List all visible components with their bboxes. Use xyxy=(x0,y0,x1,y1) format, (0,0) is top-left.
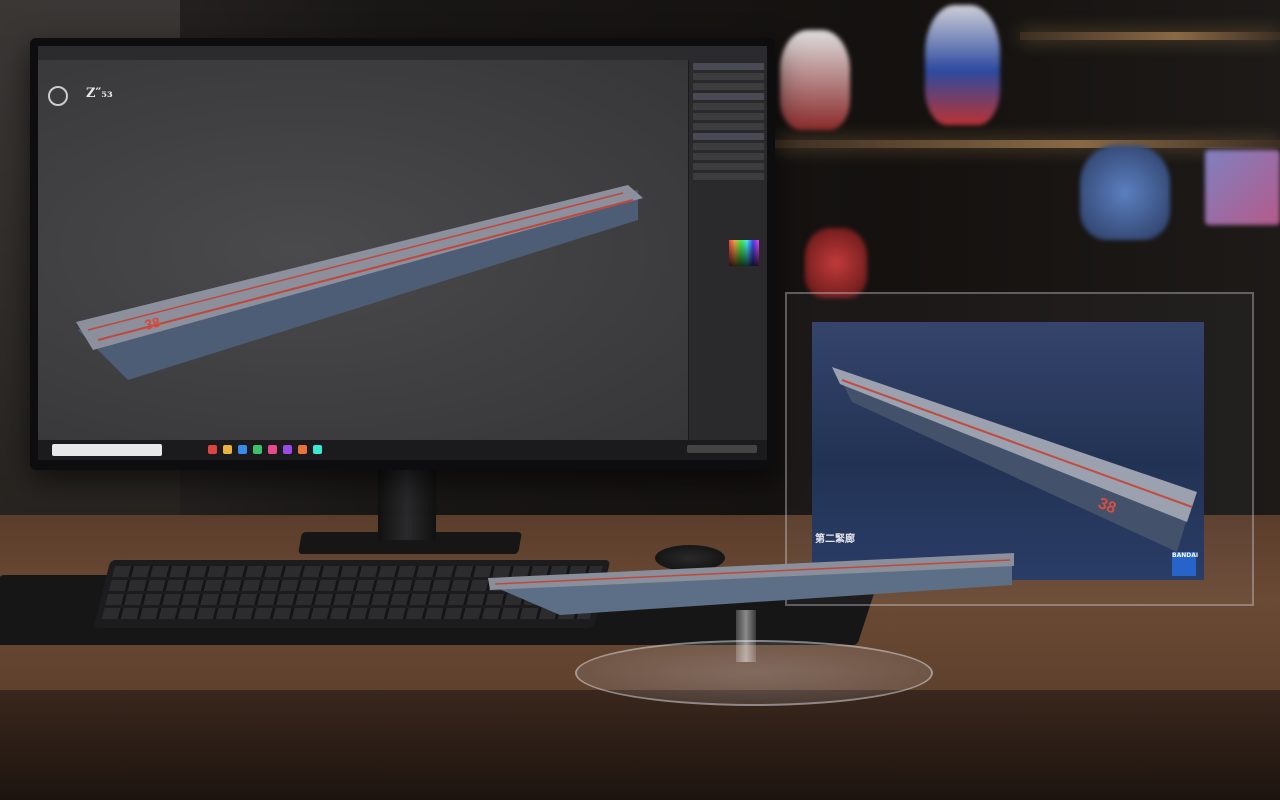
scene: Z″₅₃ 38 38 第二緊廊 BANDAI xyxy=(0,0,1280,800)
ship-model xyxy=(488,553,1014,615)
